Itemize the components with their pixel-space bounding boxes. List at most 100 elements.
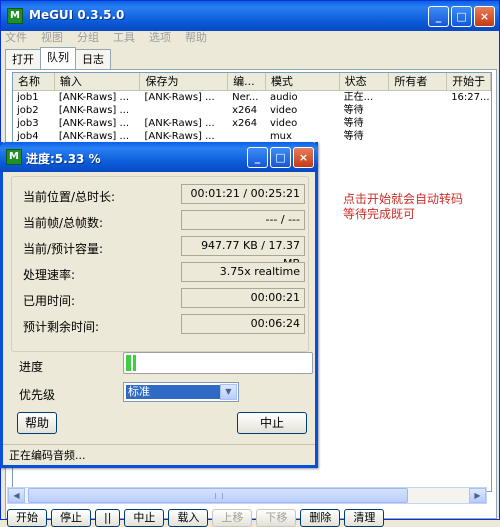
cell-output: [ANK-Raws] ... [144, 92, 215, 103]
info-label: 当前帧/总帧数: [23, 216, 104, 230]
main-titlebar[interactable]: M MeGUI 0.3.5.0 _ □ × [1, 1, 499, 31]
move-up-button[interactable]: 上移 [212, 509, 253, 527]
help-button[interactable]: 帮助 [17, 412, 57, 434]
megui-app-icon: M [6, 149, 22, 165]
pause-button[interactable]: || [95, 509, 121, 527]
info-row-remaining: 预计剩余时间: 00:06:24 [11, 314, 307, 336]
stop-button[interactable]: 停止 [51, 509, 91, 527]
menu-options[interactable]: 选项 [149, 29, 171, 47]
progress-fill [126, 355, 136, 371]
cell-output [140, 104, 228, 117]
red-annotation-note: 点击开始就会自动转码 等待完成既可 [343, 192, 463, 222]
menu-bar: 文件 视图 分组 工具 选项 帮助 [5, 29, 207, 47]
info-label: 当前位置/总时长: [23, 190, 116, 204]
table-row[interactable]: job1 [ANK-Raws] ... [ANK-Raws] ... Ner..… [13, 91, 491, 104]
info-row-frames: 当前帧/总帧数: --- / --- [11, 210, 307, 232]
cell-input: [ANK-Raws] ... [58, 92, 130, 103]
queue-list-header: 名称 输入 保存为 编... 模式 状态 所有者 开始于 [13, 73, 491, 91]
minimize-button[interactable]: _ [247, 147, 268, 168]
clear-button[interactable]: 清理 [344, 509, 385, 527]
load-button[interactable]: 载入 [168, 509, 209, 527]
cell-start: 16:27... [451, 92, 490, 103]
info-label: 预计剩余时间: [23, 320, 100, 334]
cell-codec: x264 [232, 118, 258, 129]
abort-button[interactable]: 中止 [237, 412, 307, 434]
close-button[interactable]: × [293, 147, 314, 168]
info-value: 00:01:21 / 00:25:21 [181, 184, 305, 204]
menu-view[interactable]: 视图 [41, 29, 63, 47]
table-row[interactable]: job3 [ANK-Raws] ... [ANK-Raws] ... x264 … [13, 117, 491, 130]
cell-owner [389, 130, 447, 143]
cell-codec: x264 [232, 105, 258, 116]
cell-start [447, 104, 491, 117]
maximize-button[interactable]: □ [451, 6, 472, 27]
info-value: --- / --- [181, 210, 305, 230]
tab-open[interactable]: 打开 [5, 49, 41, 69]
info-row-elapsed: 已用时间: 00:00:21 [11, 288, 307, 310]
priority-label: 优先级 [19, 388, 56, 402]
cell-status: 等待 [343, 105, 364, 116]
column-header-status[interactable]: 状态 [340, 73, 390, 91]
menu-tools[interactable]: 工具 [113, 29, 135, 47]
progress-dialog: M 进度:5.33 % _ □ × 当前位置/总时长: 00:01:21 / 0… [0, 142, 318, 468]
abort-queue-button[interactable]: 中止 [124, 509, 165, 527]
cell-codec: Ner... [232, 92, 259, 103]
cell-owner [389, 91, 447, 104]
cell-start [447, 130, 491, 143]
info-value: 00:06:24 [181, 314, 305, 334]
main-tabs: 打开 队列 日志 [5, 47, 111, 69]
cell-name: job1 [17, 92, 39, 103]
info-value: 3.75x realtime [181, 262, 305, 282]
queue-horizontal-scrollbar[interactable]: ◀ ▶ [7, 487, 487, 504]
scroll-left-icon[interactable]: ◀ [8, 488, 25, 503]
info-value: 00:00:21 [181, 288, 305, 308]
cell-mode: video [269, 118, 298, 129]
close-button[interactable]: × [474, 6, 495, 27]
column-header-input[interactable]: 输入 [55, 73, 141, 91]
annotation-line: 等待完成既可 [343, 207, 416, 221]
cell-status: 正在... [343, 92, 374, 103]
maximize-button[interactable]: □ [270, 147, 291, 168]
info-row-position: 当前位置/总时长: 00:01:21 / 00:25:21 [11, 184, 307, 206]
info-value: 947.77 KB / 17.37 MB [181, 236, 305, 270]
encode-progress-bar [123, 352, 313, 374]
cell-status: 等待 [343, 131, 364, 142]
progress-info-fields: 当前位置/总时长: 00:01:21 / 00:25:21 当前帧/总帧数: -… [11, 178, 307, 348]
info-label: 已用时间: [23, 294, 76, 308]
column-header-name[interactable]: 名称 [13, 73, 55, 91]
column-header-owner[interactable]: 所有者 [389, 73, 448, 91]
info-label: 当前/预计容量: [23, 242, 104, 256]
table-row[interactable]: job2 [ANK-Raws] ... x264 video 等待 [13, 104, 491, 117]
scroll-right-icon[interactable]: ▶ [469, 488, 486, 503]
progress-dialog-titlebar[interactable]: M 进度:5.33 % _ □ × [0, 142, 318, 172]
chevron-down-icon[interactable]: ▼ [220, 384, 237, 400]
start-button[interactable]: 开始 [7, 509, 47, 527]
status-bar: 正在编码音频... [3, 444, 315, 466]
cell-owner [389, 117, 447, 130]
column-header-codec[interactable]: 编... [228, 73, 266, 91]
cell-status: 等待 [343, 118, 364, 129]
menu-help[interactable]: 帮助 [185, 29, 207, 47]
minimize-button[interactable]: _ [428, 6, 449, 27]
tab-queue[interactable]: 队列 [40, 47, 76, 69]
move-down-button[interactable]: 下移 [256, 509, 297, 527]
column-header-start[interactable]: 开始于 [447, 73, 491, 91]
tab-log[interactable]: 日志 [75, 49, 111, 69]
column-header-output[interactable]: 保存为 [140, 73, 229, 91]
main-window-title: MeGUI 0.3.5.0 [29, 8, 125, 22]
progress-label: 进度 [19, 360, 44, 374]
scrollbar-thumb[interactable] [28, 488, 408, 503]
cell-name: job3 [17, 118, 39, 129]
megui-app-icon: M [7, 8, 23, 24]
priority-dropdown[interactable]: 标准 ▼ [123, 382, 239, 402]
menu-group[interactable]: 分组 [77, 29, 99, 47]
menu-file[interactable]: 文件 [5, 29, 27, 47]
queue-action-buttons: 开始 停止 || 中止 载入 上移 下移 删除 清理 [7, 509, 385, 527]
column-header-mode[interactable]: 模式 [266, 73, 340, 91]
info-row-rate: 处理速率: 3.75x realtime [11, 262, 307, 284]
cell-mode: video [269, 105, 298, 116]
cell-name: job2 [17, 105, 39, 116]
progress-dialog-title: 进度:5.33 % [26, 152, 101, 166]
delete-button[interactable]: 删除 [300, 509, 341, 527]
cell-input: [ANK-Raws] ... [58, 118, 130, 129]
